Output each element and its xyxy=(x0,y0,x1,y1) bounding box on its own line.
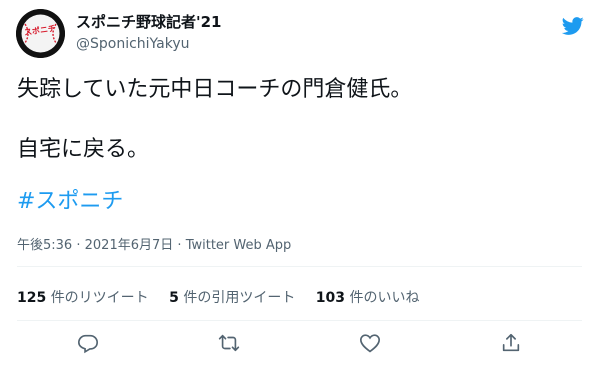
retweets-count: 125 xyxy=(17,290,47,306)
heart-icon xyxy=(360,334,380,353)
meta-separator: · xyxy=(76,238,81,253)
share-button[interactable] xyxy=(500,332,524,356)
avatar[interactable]: スポニチ xyxy=(16,9,65,58)
tweet-text-line-2: 自宅に戻る。 xyxy=(17,137,150,162)
divider xyxy=(17,320,582,321)
reply-button[interactable] xyxy=(77,332,101,356)
display-name[interactable]: スポニチ野球記者'21 xyxy=(76,11,221,32)
tweet-date[interactable]: 2021年6月7日 xyxy=(85,238,174,253)
tweet-time[interactable]: 午後5:36 xyxy=(17,238,72,253)
likes-count: 103 xyxy=(315,290,346,306)
quotes-label: 件の引用ツイート xyxy=(183,290,296,306)
likes-stat[interactable]: 103 件のいいね xyxy=(316,287,420,307)
retweets-label: 件のリツイート xyxy=(50,290,149,306)
quotes-count: 5 xyxy=(169,290,179,306)
likes-label: 件のいいね xyxy=(349,290,420,306)
tweet-text-line-1: 失踪していた元中日コーチの門倉健氏。 xyxy=(17,77,413,102)
quotes-stat[interactable]: 5 件の引用ツイート xyxy=(169,287,295,307)
retweet-icon xyxy=(218,334,240,352)
hashtag-link[interactable]: #スポニチ xyxy=(17,188,123,216)
divider xyxy=(17,266,582,267)
engagement-stats: 125 件のリツイート 5 件の引用ツイート 103 件のいいね xyxy=(17,287,435,307)
action-bar xyxy=(0,332,598,360)
bird-icon xyxy=(562,17,584,35)
retweet-button[interactable] xyxy=(218,332,242,356)
tweet-card: スポニチ スポニチ野球記者'21 @SponichiYakyu 失踪していた元中… xyxy=(0,0,598,369)
twitter-logo-icon[interactable] xyxy=(560,13,586,39)
tweet-source[interactable]: Twitter Web App xyxy=(186,238,292,253)
like-button[interactable] xyxy=(359,332,383,356)
handle[interactable]: @SponichiYakyu xyxy=(76,36,190,52)
tweet-meta: 午後5:36 · 2021年6月7日 · Twitter Web App xyxy=(17,234,291,253)
reply-icon xyxy=(78,334,98,354)
share-icon xyxy=(502,333,520,352)
retweets-stat[interactable]: 125 件のリツイート xyxy=(17,287,149,307)
meta-separator-2: · xyxy=(177,238,182,253)
